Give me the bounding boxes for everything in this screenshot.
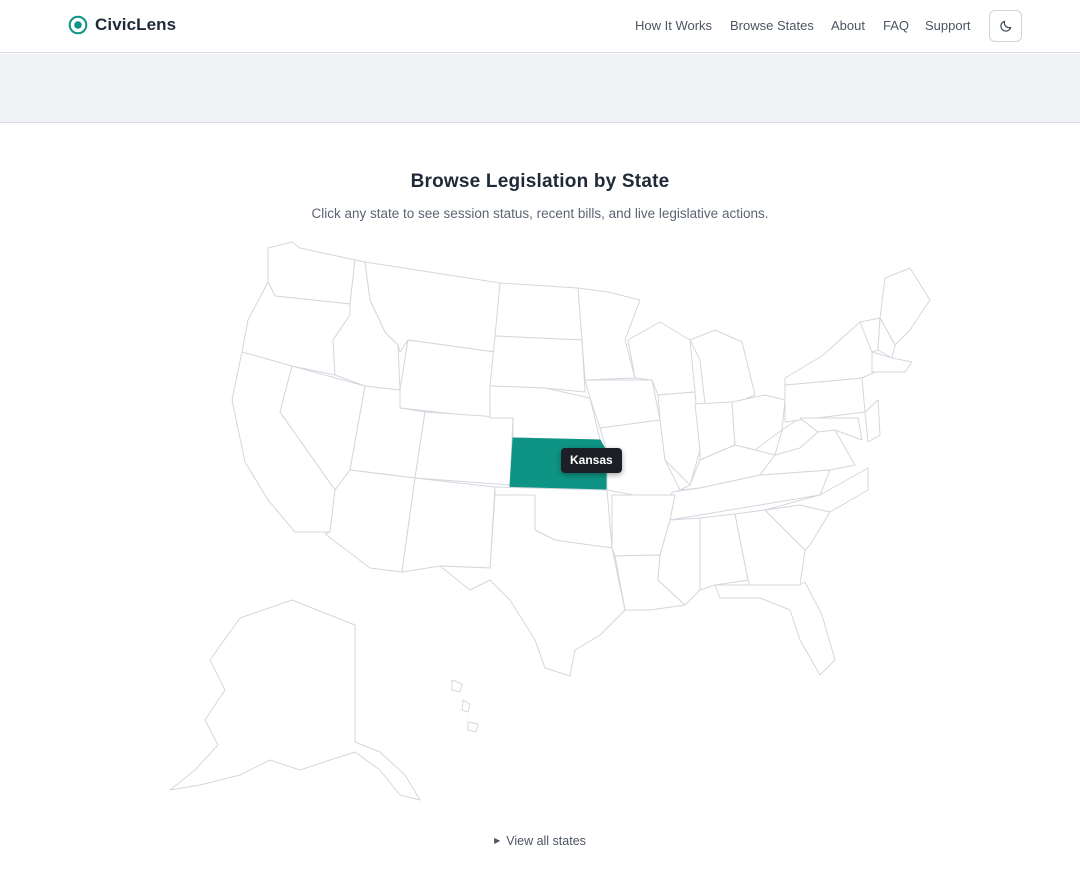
- state-alaska[interactable]: [169, 599, 421, 801]
- state-iowa[interactable]: [584, 379, 661, 429]
- state-arizona[interactable]: [324, 469, 416, 573]
- state-hawaii[interactable]: [451, 679, 479, 733]
- state-wyoming[interactable]: [399, 339, 496, 419]
- state-pennsylvania[interactable]: [784, 377, 866, 423]
- us-states-map: [169, 241, 931, 801]
- state-ohio[interactable]: [731, 394, 786, 451]
- state-washington[interactable]: [267, 241, 356, 305]
- state-north-dakota[interactable]: [494, 282, 583, 341]
- state-minnesota[interactable]: [577, 287, 641, 381]
- state-florida[interactable]: [714, 581, 836, 676]
- triangle-right-icon: ▶: [494, 836, 501, 845]
- view-all-toggle[interactable]: ▶ View all states: [494, 834, 586, 848]
- state-new-mexico[interactable]: [401, 477, 496, 573]
- view-all-states: ▶ View all states: [0, 832, 1080, 848]
- state-south-dakota[interactable]: [489, 335, 586, 393]
- state-colorado[interactable]: [414, 411, 514, 486]
- state-michigan[interactable]: [689, 329, 756, 405]
- state-new-jersey[interactable]: [864, 399, 881, 443]
- view-all-label: View all states: [506, 833, 586, 848]
- state-tooltip: Kansas: [561, 448, 622, 473]
